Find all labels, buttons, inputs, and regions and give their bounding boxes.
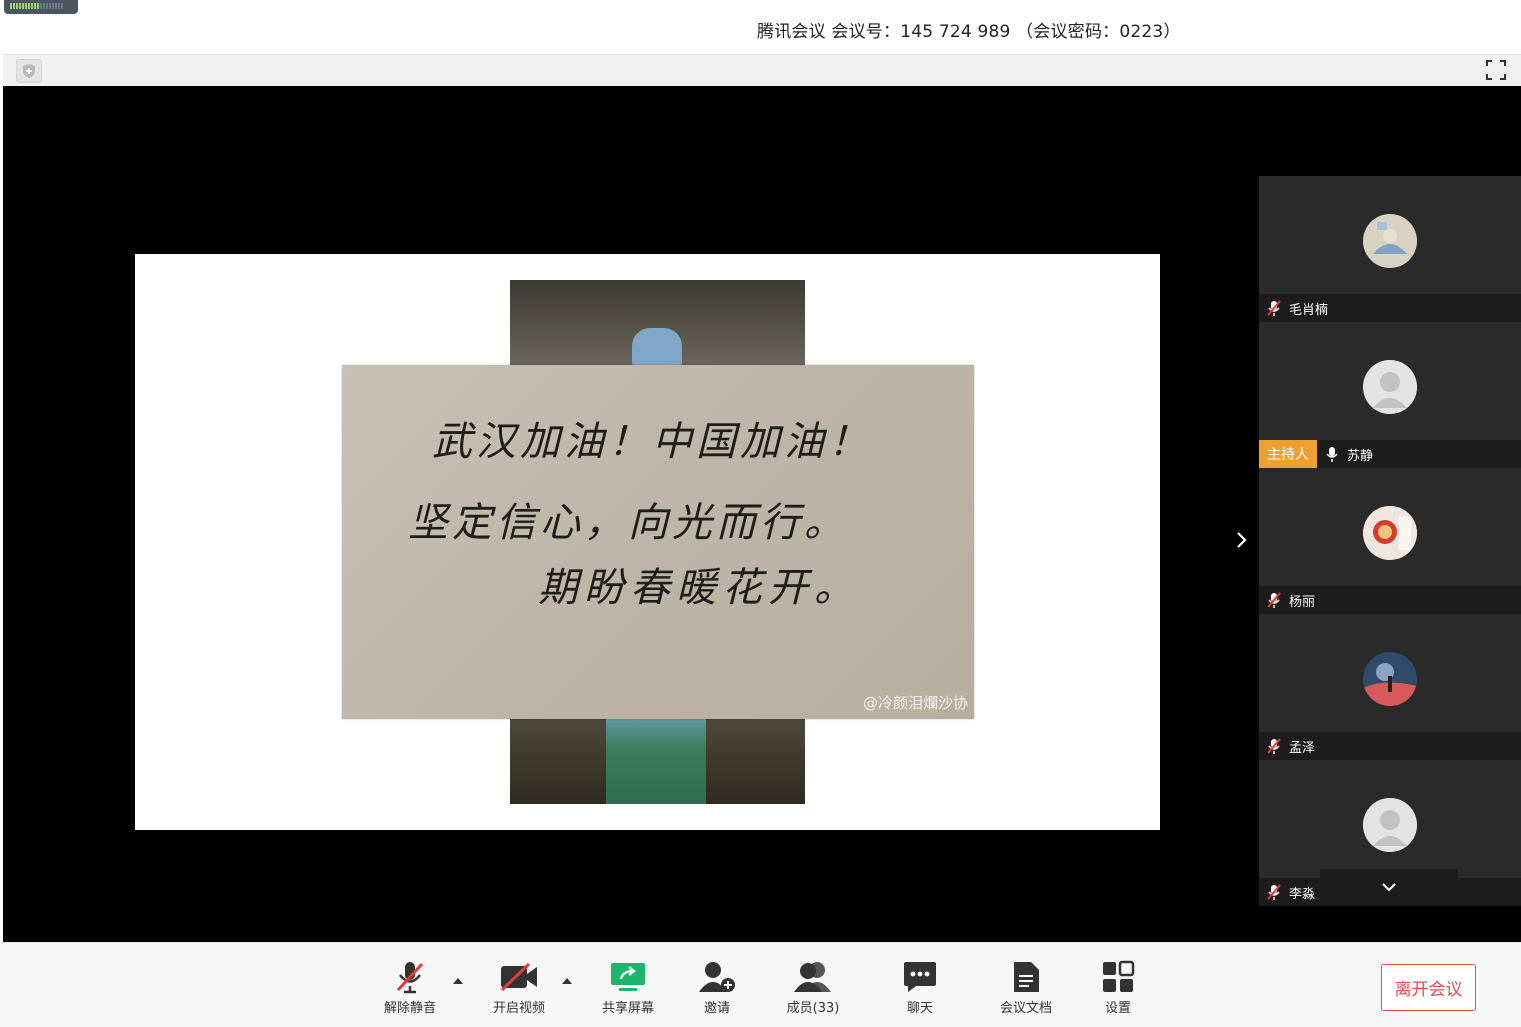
- security-shield-button[interactable]: [16, 59, 42, 83]
- chat-button[interactable]: 聊天: [880, 959, 960, 1019]
- participant-namebar: 孟泽: [1259, 732, 1521, 760]
- scrubs-shape: [606, 710, 706, 804]
- mic-icon: [1326, 447, 1338, 462]
- unmute-button[interactable]: 解除静音: [370, 959, 450, 1019]
- add-user-icon: [699, 962, 735, 992]
- video-off-icon: [500, 962, 537, 992]
- share-screen-button[interactable]: 共享屏幕: [588, 959, 668, 1019]
- avatar: [1363, 360, 1417, 414]
- avatar: [1363, 798, 1417, 852]
- weibo-watermark: @冷颜泪爛沙协: [862, 694, 968, 712]
- avatar: [1363, 214, 1417, 268]
- invite-label: 邀请: [703, 1001, 730, 1016]
- avatar: [1363, 652, 1417, 706]
- note-line-2: 坚定信心，向光而行。: [408, 500, 848, 546]
- video-options-caret[interactable]: [560, 971, 574, 984]
- participant-namebar: 主持人 苏静: [1259, 440, 1521, 468]
- participant-tile[interactable]: 主持人 苏静: [1259, 322, 1521, 468]
- note-line-3: 期盼春暖花开。: [538, 565, 860, 611]
- bottom-toolbar: 解除静音 开启视频 共享屏幕 邀请 成员(33) 聊天 会议文档 设置 离开会议: [0, 942, 1521, 1027]
- mic-muted-icon: [1267, 592, 1281, 608]
- fullscreen-button[interactable]: [1485, 59, 1507, 81]
- panel-toggle-button[interactable]: [1231, 528, 1251, 552]
- participant-tile[interactable]: 杨丽: [1259, 468, 1521, 614]
- host-badge: 主持人: [1259, 440, 1317, 468]
- chevron-down-icon: [1382, 883, 1396, 892]
- participant-tile[interactable]: 孟泽: [1259, 614, 1521, 760]
- caret-up-icon: [453, 978, 463, 984]
- start-video-label: 开启视频: [492, 1001, 545, 1016]
- surgical-cap-shape: [632, 328, 682, 368]
- handwritten-note: 武汉加油！中国加油！ 坚定信心，向光而行。 期盼春暖花开。 @冷颜泪爛沙协: [342, 365, 974, 719]
- mic-muted-icon: [1267, 884, 1281, 900]
- participant-list: 毛肖楠 主持人 苏静 杨丽 孟泽 李淼: [1259, 176, 1521, 906]
- shared-slide: 武汉加油！中国加油！ 坚定信心，向光而行。 期盼春暖花开。 @冷颜泪爛沙协: [135, 254, 1160, 830]
- members-button[interactable]: 成员(33): [773, 959, 853, 1019]
- mic-muted-icon: [1267, 300, 1281, 316]
- document-icon: [1014, 962, 1039, 992]
- participant-namebar: 杨丽: [1259, 586, 1521, 614]
- network-signal-indicator[interactable]: [4, 0, 78, 14]
- fullscreen-icon: [1486, 60, 1506, 80]
- meeting-info-bar: [3, 54, 1521, 86]
- share-screen-icon: [611, 963, 645, 991]
- members-icon: [794, 962, 831, 992]
- share-screen-label: 共享屏幕: [601, 1001, 654, 1016]
- mic-muted-icon: [1267, 738, 1281, 754]
- participant-name: 杨丽: [1289, 594, 1316, 610]
- mic-muted-icon: [396, 962, 424, 994]
- note-line-1: 武汉加油！中国加油！: [432, 419, 872, 465]
- participant-name: 苏静: [1347, 448, 1374, 464]
- meeting-docs-button[interactable]: 会议文档: [986, 959, 1066, 1019]
- settings-label: 设置: [1104, 1001, 1131, 1016]
- participant-name: 毛肖楠: [1289, 302, 1329, 318]
- unmute-label: 解除静音: [383, 1001, 436, 1016]
- meeting-title: 腾讯会议 会议号：145 724 989 （会议密码：0223）: [757, 22, 1181, 42]
- start-video-button[interactable]: 开启视频: [479, 959, 559, 1019]
- meeting-docs-label: 会议文档: [999, 1001, 1052, 1016]
- invite-button[interactable]: 邀请: [677, 959, 757, 1019]
- participant-list-scroll-down-button[interactable]: [1320, 869, 1458, 905]
- shield-icon: [23, 64, 35, 78]
- members-label: 成员(33): [786, 1001, 840, 1016]
- chat-label: 聊天: [906, 1001, 933, 1016]
- audio-options-caret[interactable]: [451, 971, 465, 984]
- leave-meeting-button[interactable]: 离开会议: [1381, 964, 1476, 1011]
- participant-tile[interactable]: 毛肖楠: [1259, 176, 1521, 322]
- participant-name: 孟泽: [1289, 740, 1316, 756]
- title-bar: 腾讯会议 会议号：145 724 989 （会议密码：0223）: [0, 0, 1521, 54]
- avatar: [1363, 506, 1417, 560]
- chat-icon: [904, 962, 936, 992]
- apps-grid-icon: [1103, 960, 1135, 992]
- participant-namebar: 毛肖楠: [1259, 294, 1521, 322]
- caret-up-icon: [562, 978, 572, 984]
- settings-button[interactable]: 设置: [1078, 959, 1158, 1019]
- participant-name: 李淼: [1289, 886, 1316, 902]
- chevron-right-icon: [1237, 532, 1247, 548]
